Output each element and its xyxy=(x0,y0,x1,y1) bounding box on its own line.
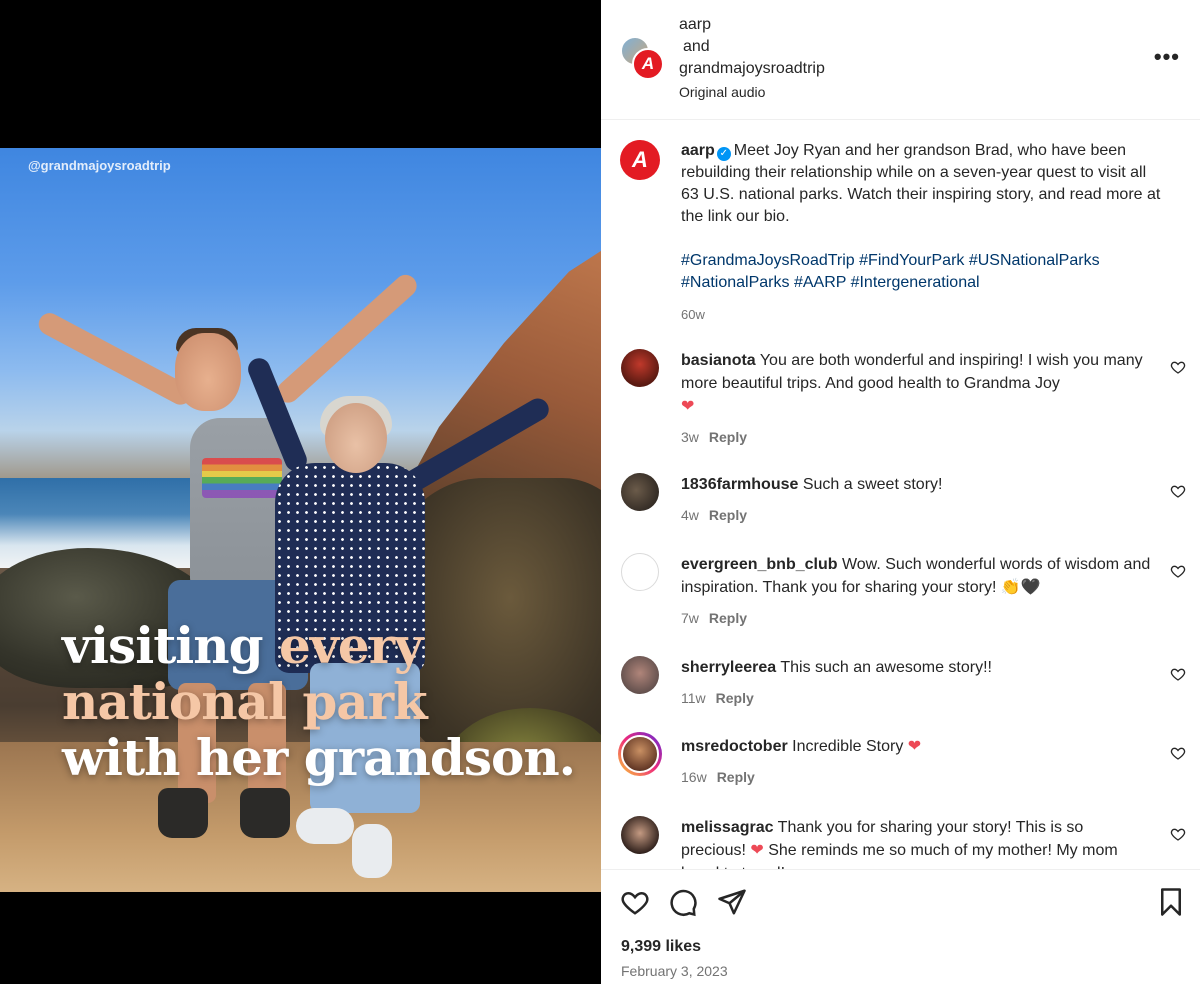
caption-hashtags[interactable]: #GrandmaJoysRoadTrip #FindYourPark #USNa… xyxy=(681,250,1166,294)
reply-button[interactable]: Reply xyxy=(717,769,755,785)
overlay-line1a: visiting xyxy=(62,616,280,675)
comment-age: 7w xyxy=(681,610,699,626)
caption-age: 60w xyxy=(681,307,705,322)
comment-body: 1836farmhouse Such a sweet story! 4w Repl… xyxy=(681,473,1151,527)
comment-body: melissagrac Thank you for sharing your s… xyxy=(681,816,1151,869)
header-and: and xyxy=(683,38,710,55)
heart-emoji: ❤ xyxy=(681,398,695,415)
collab-avatars[interactable]: A xyxy=(620,36,664,80)
comment-meta: 3w Reply xyxy=(681,426,1151,449)
comment-avatar-story-ring[interactable] xyxy=(618,732,662,776)
header-names: aarp and grandmajoysroadtrip Original au… xyxy=(679,14,825,103)
post-media[interactable]: @grandmajoysroadtrip visiting every nati… xyxy=(0,0,601,984)
overlay-line3: with her grandson. xyxy=(62,728,576,787)
heart-emoji: ❤ xyxy=(907,738,922,755)
comment-text: Such a sweet story! xyxy=(802,476,943,493)
man-arm-right xyxy=(272,270,422,408)
comment-body: basianota You are both wonderful and ins… xyxy=(681,349,1151,449)
comment-username[interactable]: basianota xyxy=(681,352,756,369)
comment-body: sherryleerea This such an awesome story!… xyxy=(681,656,1151,710)
caption-body: aarp ✓ Meet Joy Ryan and her grandson Brad… xyxy=(681,140,1166,326)
comment-age: 4w xyxy=(681,507,699,523)
reply-button[interactable]: Reply xyxy=(709,507,747,523)
comment-body: evergreen_bnb_club Wow. Such wonderful w… xyxy=(681,553,1151,630)
comment-username[interactable]: sherryleerea xyxy=(681,659,776,676)
avatar-aarp[interactable]: A xyxy=(632,48,664,80)
video-frame[interactable]: @grandmajoysroadtrip visiting every nati… xyxy=(0,148,601,892)
comment-text: This such an awesome story!! xyxy=(780,659,992,676)
post-actions-bar: 9,399 likes February 3, 2023 xyxy=(601,869,1200,984)
comment-avatar[interactable] xyxy=(621,816,659,854)
caption-username[interactable]: aarp xyxy=(681,142,715,159)
heart-emoji: ❤ xyxy=(750,842,764,859)
share-icon[interactable] xyxy=(717,887,747,917)
header-username-grandmajoysroadtrip[interactable]: grandmajoysroadtrip xyxy=(679,58,825,80)
comment-icon[interactable] xyxy=(668,887,698,917)
comment-username[interactable]: 1836farmhouse xyxy=(681,476,798,493)
heart-outline-icon[interactable] xyxy=(1170,826,1186,842)
caption-text: Meet Joy Ryan and her grandson Brad, who… xyxy=(681,142,1161,225)
comment-text: Incredible Story xyxy=(792,738,904,755)
comment-age: 11w xyxy=(681,690,706,706)
post-header: A aarp and grandmajoysroadtrip Original … xyxy=(601,0,1200,120)
heart-outline-icon[interactable] xyxy=(1170,359,1186,375)
comment-body: msredoctober Incredible Story ❤ 16w Reply xyxy=(681,735,1151,789)
man-head xyxy=(175,333,241,411)
woman-head xyxy=(325,403,387,473)
comment-username[interactable]: melissagrac xyxy=(681,819,774,836)
comment-meta: 16w Reply xyxy=(681,766,1151,789)
boot xyxy=(158,788,208,838)
heart-outline-icon[interactable] xyxy=(1170,666,1186,682)
comment-meta: 7w Reply xyxy=(681,607,1151,630)
heart-outline-icon[interactable] xyxy=(1170,483,1186,499)
reply-button[interactable]: Reply xyxy=(709,610,747,626)
heart-outline-icon[interactable] xyxy=(1170,745,1186,761)
clap-heart-emoji: 👏🖤 xyxy=(1000,579,1041,596)
save-icon[interactable] xyxy=(1156,887,1186,917)
comment-meta: 4w Reply xyxy=(681,504,1151,527)
heart-outline-icon[interactable] xyxy=(1170,563,1186,579)
comment-age: 16w xyxy=(681,769,707,785)
caption-avatar-aarp[interactable]: A xyxy=(620,140,660,180)
comment-avatar[interactable] xyxy=(621,473,659,511)
comment-avatar[interactable] xyxy=(621,656,659,694)
post-date[interactable]: February 3, 2023 xyxy=(621,963,728,979)
comments-scroll-area[interactable]: A aarp ✓ Meet Joy Ryan and her grandson Br… xyxy=(601,121,1200,869)
video-watermark: @grandmajoysroadtrip xyxy=(28,158,171,173)
sneaker xyxy=(352,824,392,878)
comment-meta: 11w Reply xyxy=(681,687,1151,710)
post-side-panel: A aarp and grandmajoysroadtrip Original … xyxy=(601,0,1200,984)
comment-avatar[interactable] xyxy=(621,553,659,591)
comment-avatar[interactable] xyxy=(621,349,659,387)
reply-button[interactable]: Reply xyxy=(709,429,747,445)
overlay-line1b: every xyxy=(279,616,423,675)
header-username-aarp[interactable]: aarp xyxy=(679,14,825,36)
man-arm-left xyxy=(34,309,196,409)
overlay-line2: national park xyxy=(62,672,428,731)
comment-username[interactable]: msredoctober xyxy=(681,738,788,755)
comment-text-continued: She reminds me so much of my mother! My … xyxy=(681,842,1118,869)
comment-username[interactable]: evergreen_bnb_club xyxy=(681,556,838,573)
original-audio-link[interactable]: Original audio xyxy=(679,81,825,103)
like-icon[interactable] xyxy=(620,887,650,917)
likes-count[interactable]: 9,399 likes xyxy=(621,938,701,956)
reply-button[interactable]: Reply xyxy=(716,690,754,706)
more-options-icon[interactable]: ••• xyxy=(1154,44,1180,70)
sneaker xyxy=(296,808,354,844)
video-overlay-text: visiting every national park with her gr… xyxy=(62,616,576,787)
comment-age: 3w xyxy=(681,429,699,445)
verified-icon: ✓ xyxy=(716,147,731,161)
boot xyxy=(240,788,290,838)
